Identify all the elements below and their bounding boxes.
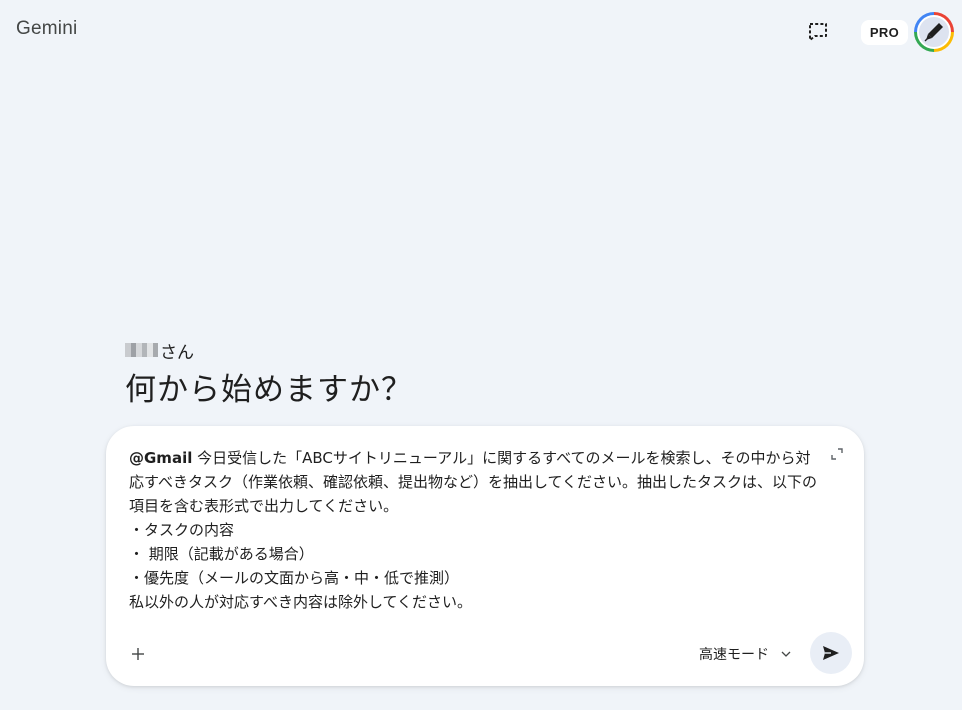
mode-selector[interactable]: 高速モード (699, 644, 791, 664)
send-button[interactable] (810, 632, 852, 674)
greeting-user-line: さん (125, 338, 413, 363)
greeting-headline: 何から始めますか？ (125, 372, 413, 408)
pro-badge[interactable]: PRO (860, 19, 908, 45)
greeting: さん 何から始めますか？ (125, 338, 413, 409)
header-actions: PRO (798, 12, 954, 52)
mode-label: 高速モード (699, 647, 769, 663)
prompt-input[interactable]: @Gmail 今日受信した「ABCサイトリニューアル」に関するすべてのメールを検… (129, 446, 819, 614)
pen-icon (924, 23, 943, 42)
gmail-mention: @Gmail (129, 449, 193, 467)
plus-icon (132, 648, 144, 660)
account-button[interactable] (914, 12, 954, 52)
chevron-down-icon (781, 651, 791, 657)
prompt-input-card[interactable]: @Gmail 今日受信した「ABCサイトリニューアル」に関するすべてのメールを検… (106, 426, 864, 686)
send-icon (823, 646, 839, 660)
new-chat-icon[interactable] (798, 12, 838, 52)
app-title[interactable]: Gemini (16, 18, 77, 40)
redacted-user-name (125, 343, 158, 357)
add-button[interactable] (124, 640, 152, 668)
prompt-text: 今日受信した「ABCサイトリニューアル」に関するすべてのメールを検索し、その中か… (129, 449, 818, 611)
greeting-name-suffix: さん (160, 342, 194, 363)
expand-icon[interactable] (830, 446, 844, 460)
avatar (917, 15, 951, 49)
